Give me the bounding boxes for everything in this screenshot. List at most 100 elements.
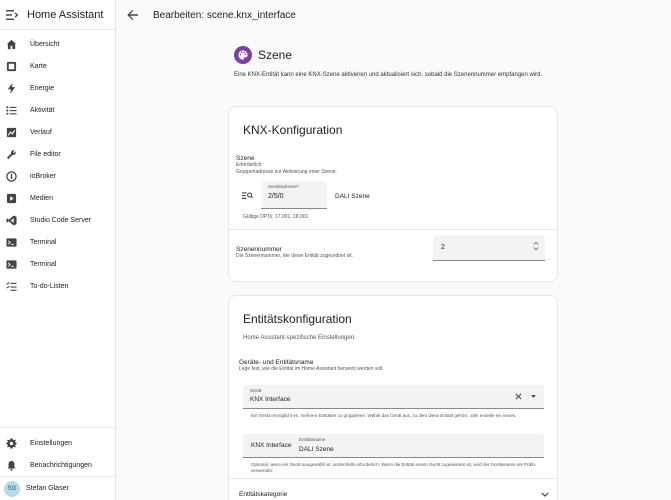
szene-label-group: Szene Erforderlich Gruppenadresse zur Ak… bbox=[236, 155, 337, 176]
sidebar-item-label: Medien bbox=[30, 194, 53, 202]
section-divider bbox=[229, 478, 557, 479]
user-profile[interactable]: SG Stefan Glaser bbox=[0, 476, 115, 500]
sidebar-item-iobroker[interactable]: ioBroker bbox=[0, 165, 115, 187]
entity-prefix: KNX Interface bbox=[251, 442, 292, 449]
entity-category-label: Entitätskategorie bbox=[239, 490, 288, 498]
section-divider bbox=[229, 229, 557, 230]
scene-number-stepper[interactable]: 2 bbox=[433, 235, 545, 261]
app-title: Home Assistant bbox=[27, 8, 104, 21]
main-content: Szene Eine KNX-Entität kann eine KNX-Sze… bbox=[117, 30, 671, 500]
sidebar-nav: Übersicht Karte Energie Aktivität Verlau… bbox=[0, 30, 115, 297]
sidebar-item-medien[interactable]: Medien bbox=[0, 187, 115, 209]
entity-name-field[interactable]: KNX Interface Entitätsname DALI Szene bbox=[243, 434, 544, 458]
device-entity-label-group: Geräte- und Entitätsname Lege fest, wie … bbox=[239, 359, 384, 373]
sidebar-item-label: Übersicht bbox=[30, 40, 60, 48]
device-select[interactable]: Gerät KNX Interface bbox=[243, 385, 544, 409]
scene-number-label: Szenennummer bbox=[236, 246, 282, 253]
sidebar-item-uebersicht[interactable]: Übersicht bbox=[0, 33, 115, 55]
sidebar-item-karte[interactable]: Karte bbox=[0, 55, 115, 77]
terminal-icon bbox=[6, 237, 17, 248]
device-entity-label: Geräte- und Entitätsname bbox=[239, 359, 314, 366]
menu-collapse-icon[interactable] bbox=[6, 9, 18, 20]
scene-number-description: Die Szenennummer, der diese Entität zuge… bbox=[236, 253, 354, 259]
play-icon bbox=[6, 193, 17, 204]
stepper-arrows-icon[interactable] bbox=[533, 240, 539, 252]
gear-icon bbox=[6, 437, 17, 449]
sidebar-item-label: Terminal bbox=[30, 238, 57, 246]
terminal-icon bbox=[6, 259, 17, 270]
sidebar-item-energie[interactable]: Energie bbox=[0, 77, 115, 99]
address-name: DALI Szene bbox=[335, 193, 370, 200]
entity-name-label: Entitätsname bbox=[299, 437, 326, 442]
entity-config-subtitle: Home Assistant-spezifische Einstellungen… bbox=[243, 335, 356, 341]
sidebar-item-terminal[interactable]: Terminal bbox=[0, 231, 115, 253]
vscode-icon bbox=[6, 214, 17, 226]
knx-config-card: KNX-Konfiguration Szene Erforderlich Gru… bbox=[228, 106, 558, 282]
sidebar-item-verlauf[interactable]: Verlauf bbox=[0, 121, 115, 143]
sidebar-item-label: Verlauf bbox=[30, 128, 52, 136]
list-icon bbox=[6, 105, 17, 116]
sidebar-item-label: Terminal bbox=[30, 260, 57, 268]
entity-config-card: Entitätskonfiguration Home Assistant-spe… bbox=[228, 295, 558, 500]
grid-icon bbox=[6, 39, 17, 50]
knx-config-title: KNX-Konfiguration bbox=[243, 123, 343, 137]
sidebar-bottom: Einstellungen Benachrichtigungen SG Stef… bbox=[0, 427, 115, 500]
device-help-text: Ein Gerät ermöglicht es, mehrere Entität… bbox=[251, 413, 517, 418]
valid-dpts: Gültige DPTs: 17.001, 18.001 bbox=[243, 214, 309, 220]
send-address-label: Sendeadresse* bbox=[268, 184, 299, 189]
sidebar-item-label: Studio Code Server bbox=[30, 216, 92, 224]
lightning-icon bbox=[6, 82, 17, 94]
sidebar-item-benachrichtigungen[interactable]: Benachrichtigungen bbox=[0, 454, 115, 476]
dropdown-arrow-icon[interactable] bbox=[531, 395, 536, 398]
address-search-icon[interactable] bbox=[242, 191, 253, 200]
sidebar-divider bbox=[0, 427, 115, 428]
sidebar-item-label: Benachrichtigungen bbox=[30, 461, 92, 469]
entity-help-text: Optional, wenn ein Gerät ausgewählt ist,… bbox=[251, 462, 536, 473]
chart-icon bbox=[6, 127, 17, 138]
send-address-value: 2/5/0 bbox=[268, 193, 284, 200]
sidebar-item-file-editor[interactable]: File editor bbox=[0, 143, 115, 165]
scene-number-label-group: Szenennummer Die Szenennummer, der diese… bbox=[236, 246, 353, 260]
entity-name-value: DALI Szene bbox=[299, 446, 334, 453]
scene-number-value: 2 bbox=[441, 244, 445, 251]
group-address-description: Gruppenadresse zur Aktivierung einer Sze… bbox=[236, 169, 337, 175]
send-address-field[interactable]: Sendeadresse* 2/5/0 bbox=[261, 181, 327, 209]
sidebar-item-terminal-2[interactable]: Terminal bbox=[0, 253, 115, 275]
sidebar-item-studio-code-server[interactable]: Studio Code Server bbox=[0, 209, 115, 231]
sidebar-item-label: Einstellungen bbox=[30, 439, 73, 447]
sidebar-item-label: ioBroker bbox=[30, 172, 57, 180]
device-field-value: KNX Interface bbox=[250, 396, 291, 403]
iobroker-icon bbox=[6, 170, 17, 182]
map-icon bbox=[6, 61, 17, 72]
szene-label: Szene bbox=[236, 155, 255, 162]
sidebar-item-einstellungen[interactable]: Einstellungen bbox=[0, 432, 115, 454]
checklist-icon bbox=[6, 281, 17, 292]
device-field-label: Gerät bbox=[250, 388, 262, 393]
device-entity-description: Lege fest, wie die Entität im Home Assis… bbox=[239, 366, 384, 372]
palette-icon bbox=[234, 46, 252, 64]
sidebar-item-aktivitaet[interactable]: Aktivität bbox=[0, 99, 115, 121]
top-bar: Bearbeiten: scene.knx_interface bbox=[117, 0, 671, 30]
scene-description: Eine KNX-Entität kann eine KNX-Szene akt… bbox=[234, 72, 543, 78]
sidebar-item-label: Aktivität bbox=[30, 106, 55, 114]
sidebar-header: Home Assistant bbox=[0, 0, 115, 30]
back-arrow-icon[interactable] bbox=[127, 9, 139, 21]
entity-category-expander[interactable]: Entitätskategorie bbox=[239, 486, 549, 500]
sidebar: Home Assistant Übersicht Karte Energie A… bbox=[0, 0, 116, 500]
scene-title: Szene bbox=[258, 48, 293, 62]
page-title: Bearbeiten: scene.knx_interface bbox=[153, 9, 296, 21]
sidebar-item-todo-listen[interactable]: To-do-Listen bbox=[0, 275, 115, 297]
sidebar-item-label: To-do-Listen bbox=[30, 282, 69, 290]
avatar: SG bbox=[4, 480, 20, 497]
chevron-down-icon bbox=[541, 492, 549, 497]
sidebar-item-label: Karte bbox=[30, 62, 47, 70]
clear-icon[interactable] bbox=[515, 393, 522, 400]
sidebar-item-label: Energie bbox=[30, 84, 55, 92]
bell-icon bbox=[6, 460, 17, 471]
wrench-icon bbox=[6, 149, 17, 160]
scene-header: Szene bbox=[234, 46, 292, 64]
user-name: Stefan Glaser bbox=[26, 485, 69, 492]
required-text: Erforderlich bbox=[236, 162, 262, 168]
entity-config-title: Entitätskonfiguration bbox=[243, 312, 352, 326]
sidebar-item-label: File editor bbox=[30, 150, 61, 158]
